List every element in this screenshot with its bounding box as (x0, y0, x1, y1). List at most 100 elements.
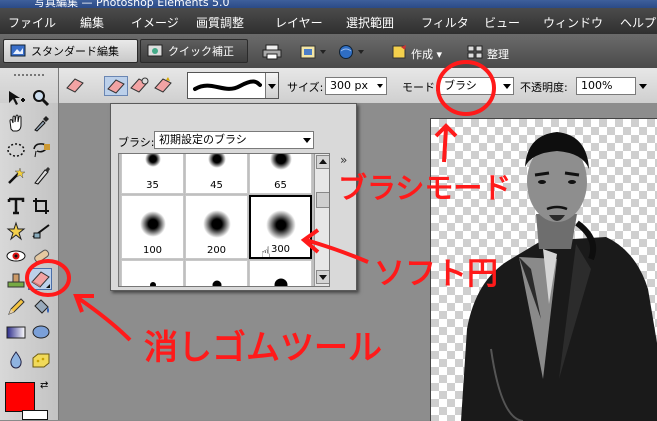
brush-grid: 35 45 65 100 200 300 (118, 153, 330, 287)
brush-preset-100[interactable]: 100 (121, 195, 184, 259)
scroll-down-button[interactable] (316, 270, 329, 284)
brush-preset-65[interactable]: 65 (249, 154, 312, 194)
create-icon (392, 45, 408, 62)
paint-bucket-tool-icon[interactable] (30, 297, 52, 317)
eraser-tool-icon[interactable] (28, 268, 52, 290)
opacity-input[interactable]: 100% (576, 77, 636, 95)
annotation-eraser-tool: 消しゴムツール (144, 328, 382, 368)
foreground-color-swatch[interactable] (5, 382, 35, 412)
brush-preset-hard-3[interactable] (249, 260, 312, 286)
brush-size-label: 35 (146, 180, 159, 191)
tab-quick-fix[interactable]: クイック補正 (140, 39, 248, 63)
background-color-swatch[interactable] (22, 410, 48, 420)
size-slider-arrow[interactable] (376, 78, 385, 94)
brush-stroke-preview (193, 79, 262, 91)
swap-colors-icon[interactable]: ⇄ (40, 380, 48, 391)
eraser-mode-background[interactable] (128, 76, 150, 97)
brush-set-label: ブラシ: (118, 136, 155, 149)
brush-preset-hard-1[interactable] (121, 260, 184, 286)
brush-dot (265, 210, 296, 240)
mode-bar: スタンダード編集 クイック補正 作成 ▾ 整理 (0, 34, 657, 69)
brush-dot (207, 154, 226, 168)
marquee-tool-icon[interactable] (5, 140, 27, 160)
brush-dot (139, 211, 166, 237)
menu-view[interactable]: ビュー (484, 14, 520, 31)
brush-dot (202, 210, 231, 238)
pencil-tool-icon[interactable] (5, 297, 27, 317)
menu-bar: ファイル 編集 イメージ 画質調整 レイヤー 選択範囲 フィルタ ビュー ウィン… (0, 8, 657, 34)
organize-button[interactable]: 整理 (487, 46, 509, 62)
tab-quick-fix-label: クイック補正 (168, 45, 234, 58)
brush-dropdown-arrow[interactable] (265, 73, 278, 98)
size-label: サイズ: (287, 81, 324, 94)
cookie-cutter-tool-icon[interactable] (5, 221, 27, 241)
sponge-tool-icon[interactable] (30, 350, 52, 370)
menu-help[interactable]: ヘルプ (620, 14, 656, 31)
scroll-up-button[interactable] (316, 155, 329, 169)
eyedropper-tool-icon[interactable] (30, 113, 52, 133)
size-input[interactable]: 300 px (325, 77, 387, 95)
magic-wand-tool-icon[interactable] (5, 165, 27, 185)
crop-tool-icon[interactable] (30, 196, 52, 216)
menu-layer[interactable]: レイヤー (275, 14, 323, 31)
red-eye-tool-icon[interactable] (5, 246, 27, 266)
create-label: 作成 (411, 48, 433, 61)
brush-grid-scrollbar[interactable] (314, 154, 329, 286)
straighten-tool-icon[interactable] (30, 221, 52, 241)
menu-edit[interactable]: 編集 (80, 14, 104, 31)
gradient-tool-icon[interactable] (5, 322, 27, 342)
tab-standard-edit[interactable]: スタンダード編集 (3, 39, 138, 63)
hand-tool-icon[interactable] (5, 113, 27, 133)
type-tool-icon[interactable] (5, 196, 27, 216)
eraser-mode-magic[interactable] (152, 76, 174, 97)
brush-dot (269, 154, 292, 170)
zoom-tool-icon[interactable] (30, 88, 52, 108)
menu-adjust[interactable]: 画質調整 (196, 14, 244, 31)
healing-brush-tool-icon[interactable] (30, 246, 52, 266)
mode-select[interactable]: ブラシ (439, 77, 514, 95)
brush-preset-45[interactable]: 45 (185, 154, 248, 194)
selection-brush-tool-icon[interactable] (30, 165, 52, 185)
opacity-value: 100% (581, 79, 613, 92)
print-icon[interactable] (262, 44, 282, 63)
organize-icon (467, 45, 483, 62)
menu-filter[interactable]: フィルタ (421, 14, 469, 31)
annotation-soft-round: ソフト円 (374, 256, 498, 292)
toolbox-grip-dots[interactable] (14, 74, 44, 76)
eraser-preset-icon[interactable] (64, 76, 86, 97)
standard-edit-icon (10, 44, 26, 58)
brush-set-select[interactable]: 初期設定のブラシ (154, 131, 314, 149)
brush-preset-300-selected[interactable]: 300 (249, 195, 312, 259)
scroll-thumb[interactable] (316, 192, 329, 208)
quick-fix-icon (147, 44, 163, 58)
move-tool-icon[interactable] (5, 88, 27, 108)
title-bar: 写真編集 — Photoshop Elements 5.0 (0, 0, 657, 8)
hand-cursor-icon: ☝ (261, 243, 271, 262)
size-value: 300 px (330, 79, 368, 92)
brush-size-label: 65 (274, 180, 287, 191)
create-menu[interactable]: 作成 ▾ (411, 46, 442, 62)
mode-label: モード: (402, 81, 439, 94)
menu-select[interactable]: 選択範囲 (346, 14, 394, 31)
mode-dropdown-arrow[interactable] (501, 78, 513, 94)
lasso-tool-icon[interactable] (30, 140, 52, 160)
share-icon[interactable] (300, 44, 328, 63)
shape-tool-icon[interactable] (30, 322, 52, 342)
menu-file[interactable]: ファイル (8, 14, 56, 31)
eraser-mode-standard[interactable] (104, 76, 128, 96)
tool-options-bar: サイズ: 300 px モード: ブラシ 不透明度: 100% (0, 68, 657, 104)
blur-tool-icon[interactable] (5, 350, 27, 370)
brush-preset-hard-2[interactable] (185, 260, 248, 286)
menu-window[interactable]: ウィンドウ (543, 14, 603, 31)
web-icon[interactable] (338, 44, 366, 63)
mode-value: ブラシ (444, 79, 477, 92)
opacity-slider-arrow[interactable] (639, 84, 647, 89)
brush-size-label: 100 (142, 245, 163, 256)
clone-stamp-tool-icon[interactable] (5, 271, 27, 291)
brush-set-dropdown-arrow[interactable] (301, 132, 313, 148)
foreground-color-fill (6, 383, 34, 411)
brush-preview-dropdown[interactable] (187, 72, 279, 99)
menu-image[interactable]: イメージ (131, 14, 179, 31)
brush-preset-200[interactable]: 200 (185, 195, 248, 259)
brush-preset-35[interactable]: 35 (121, 154, 184, 194)
